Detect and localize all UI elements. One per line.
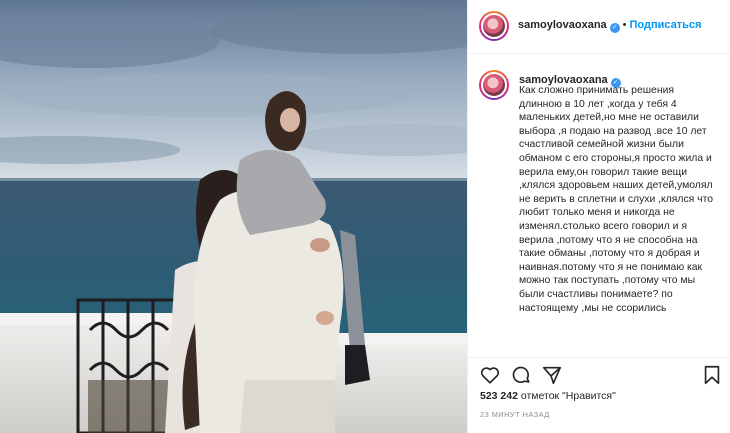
author-avatar[interactable] <box>479 11 509 41</box>
likes-suffix: отметок "Нравится" <box>520 390 616 402</box>
post-actions: 523 242 отметок "Нравится" 23 МИНУТ НАЗА… <box>468 358 730 433</box>
likes-number: 523 242 <box>480 390 518 402</box>
bookmark-icon[interactable] <box>701 364 723 386</box>
heart-icon[interactable] <box>479 364 501 386</box>
author-username[interactable]: samoylovaoxana <box>518 19 607 31</box>
separator-dot: • <box>622 19 627 31</box>
verified-badge-icon: ✓ <box>609 23 620 33</box>
post-timestamp[interactable]: 23 МИНУТ НАЗАД <box>480 410 550 419</box>
post-photo[interactable] <box>0 0 467 433</box>
family-hug-seaside-photo <box>0 0 467 433</box>
caption-text: Как сложно принимать решения длинною в 1… <box>519 85 714 314</box>
author-line: samoylovaoxana ✓ • Подписаться <box>518 19 701 33</box>
post-side-panel: samoylovaoxana ✓ • Подписаться samoylovaoxa… <box>467 0 730 433</box>
instagram-post-view: samoylovaoxana ✓ • Подписаться samoylovaoxa… <box>0 0 730 433</box>
likes-count[interactable]: 523 242 отметок "Нравится" <box>480 390 616 402</box>
post-caption-area: samoylovaoxana ✓ Как сложно принимать реш… <box>468 54 730 358</box>
post-header: samoylovaoxana ✓ • Подписаться <box>468 0 730 54</box>
paper-plane-icon[interactable] <box>541 364 563 386</box>
follow-button[interactable]: Подписаться <box>630 19 702 31</box>
caption-author-avatar[interactable] <box>479 70 509 100</box>
comment-icon[interactable] <box>510 364 532 386</box>
